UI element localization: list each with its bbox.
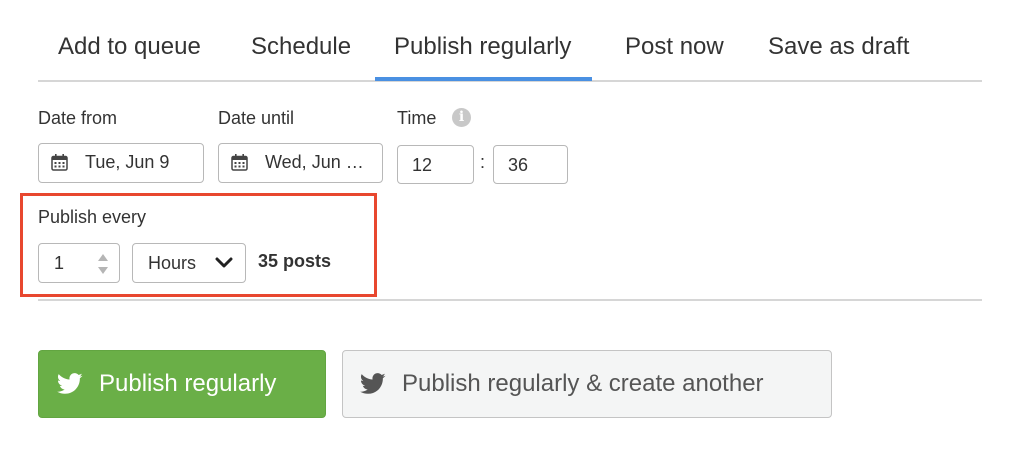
calendar-icon [51,154,68,171]
posts-count: 35 posts [258,251,332,271]
publish-every-amount-stepper[interactable]: 1 [38,243,120,283]
chevron-down-icon [215,257,233,268]
time-label: Time [397,108,437,128]
tab-bar: Add to queue Schedule Publish regularly … [38,0,982,82]
date-from-label: Date from [38,108,118,128]
date-from-value: Tue, Jun 9 [85,152,170,172]
calendar-icon [231,154,248,171]
publish-every-unit-select[interactable]: Hours [132,243,246,283]
publish-regularly-button[interactable]: Publish regularly [38,350,326,418]
publish-regularly-and-create-another-button-label: Publish regularly & create another [402,370,764,397]
date-from-field[interactable]: Tue, Jun 9 [38,143,204,183]
time-separator: : [480,152,486,172]
publish-every-unit-value: Hours [148,253,197,273]
twitter-icon [360,373,386,394]
tab-save-as-draft[interactable]: Save as draft [768,30,909,64]
tab-add-to-queue[interactable]: Add to queue [58,30,201,64]
tab-post-now[interactable]: Post now [625,30,724,64]
time-hour-value: 12 [412,155,433,175]
time-minute-input[interactable]: 36 [493,145,568,184]
publish-regularly-button-label: Publish regularly [99,370,277,397]
spinner-arrows-icon[interactable] [97,253,109,275]
date-until-label: Date until [218,108,295,128]
info-icon[interactable]: i [452,108,471,127]
publish-every-amount-value: 1 [54,253,65,273]
tab-schedule[interactable]: Schedule [251,30,351,64]
publish-regularly-and-create-another-button[interactable]: Publish regularly & create another [342,350,832,418]
time-hour-input[interactable]: 12 [397,145,474,184]
twitter-icon [57,373,83,394]
tab-publish-regularly[interactable]: Publish regularly [374,30,593,81]
divider [38,299,982,301]
date-until-field[interactable]: Wed, Jun … [218,143,383,183]
publish-every-label: Publish every [38,207,147,227]
time-minute-value: 36 [508,155,529,175]
date-until-value: Wed, Jun … [265,152,364,172]
